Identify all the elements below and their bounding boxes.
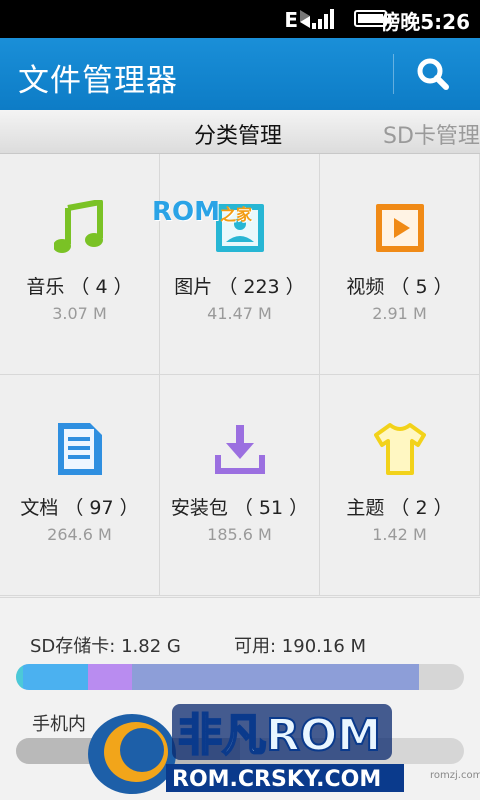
music-note-icon (54, 200, 103, 253)
signal-strength-icon (312, 9, 334, 29)
category-label: 音乐 （ 4 ） (26, 276, 133, 298)
category-music[interactable]: 音乐 （ 4 ） 3.07 M (0, 154, 160, 375)
sd-usage-bar (16, 664, 464, 690)
category-size: 3.07 M (52, 304, 107, 323)
crsky-rom-watermark-logo: 非凡ROM ROM.CRSKY.COM (88, 704, 404, 794)
watermark-brand: 非凡ROM (178, 710, 381, 761)
action-bar: 文件管理器 (0, 38, 480, 110)
category-label: 图片 （ 223 ） (174, 276, 305, 298)
category-size: 185.6 M (207, 525, 272, 544)
search-icon (417, 58, 449, 90)
tab-category-management[interactable]: 分类管理 (194, 118, 282, 150)
sd-card-available: 可用: 190.16 M (234, 636, 367, 657)
sd-usage-segment-documents (132, 664, 420, 690)
video-play-icon (376, 204, 424, 252)
watermark-site: romzj.com (430, 770, 480, 781)
sd-usage-segment-pictures (22, 664, 88, 690)
phone-storage-label: 手机内 (32, 714, 86, 735)
category-label: 安装包 （ 51 ） (170, 497, 309, 519)
action-bar-divider (393, 54, 394, 94)
category-label: 文档 （ 97 ） (20, 497, 139, 519)
status-time: 傍晚5:26 (380, 10, 470, 34)
category-installers[interactable]: 安装包 （ 51 ） 185.6 M (160, 375, 320, 596)
category-label: 主题 （ 2 ） (346, 497, 453, 519)
sd-usage-segment-installers (87, 664, 133, 690)
category-label: 视频 （ 5 ） (346, 276, 453, 298)
category-size: 41.47 M (207, 304, 272, 323)
sd-card-total: SD存储卡: 1.82 G (30, 636, 181, 657)
watermark-rom-suffix: 之家 (220, 205, 253, 224)
tab-strip: 分类管理 SD卡管理 (0, 110, 480, 154)
category-size: 2.91 M (372, 304, 427, 323)
category-documents[interactable]: 文档 （ 97 ） 264.6 M (0, 375, 160, 596)
watermark-url: ROM.CRSKY.COM (172, 767, 381, 792)
data-activity-icon (300, 10, 310, 28)
romzj-watermark: ROM之家 (152, 197, 252, 227)
category-size: 264.6 M (47, 525, 112, 544)
tshirt-theme-icon (374, 423, 426, 475)
category-video[interactable]: 视频 （ 5 ） 2.91 M (320, 154, 480, 375)
category-pictures[interactable]: 图片 （ 223 ） 41.47 M (160, 154, 320, 375)
status-bar: E 傍晚5:26 (0, 0, 480, 38)
category-size: 1.42 M (372, 525, 427, 544)
download-install-icon (215, 425, 265, 474)
network-type: E (284, 8, 298, 32)
app-title: 文件管理器 (18, 63, 178, 99)
search-button[interactable] (408, 52, 456, 96)
watermark-rom-text: ROM (152, 197, 220, 227)
category-themes[interactable]: 主题 （ 2 ） 1.42 M (320, 375, 480, 596)
document-icon (58, 423, 102, 475)
tab-sd-card-management[interactable]: SD卡管理 (383, 118, 480, 150)
sd-usage-segment-music (16, 664, 23, 690)
